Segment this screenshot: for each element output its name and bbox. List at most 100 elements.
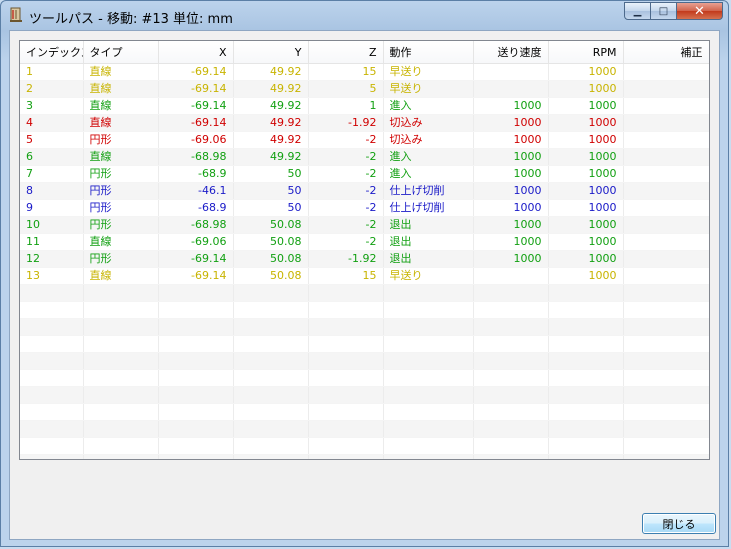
col-comp-cell	[623, 182, 709, 200]
col-comp-cell	[623, 97, 709, 115]
col-comp-header[interactable]: 補正	[623, 41, 709, 64]
col-y-cell: 50	[233, 199, 309, 217]
col-comp-cell	[623, 80, 709, 98]
col-action-cell: 仕上げ切削	[383, 199, 474, 217]
col-type-cell: 直線	[83, 267, 159, 285]
col-x-cell: -68.98	[158, 216, 234, 234]
col-index-cell: 3	[20, 97, 84, 115]
table-row[interactable]: 10 円形 -68.98 50.08 -2 退出 1000 1000	[20, 216, 709, 234]
minimize-button[interactable]: ▁	[624, 2, 651, 20]
col-type-cell: 直線	[83, 80, 159, 98]
col-rpm-cell: 1000	[548, 165, 624, 183]
table-row[interactable]: 1 直線 -69.14 49.92 15 早送り 1000	[20, 63, 709, 81]
table-row[interactable]: 13 直線 -69.14 50.08 15 早送り 1000	[20, 267, 709, 285]
col-rpm-cell: 1000	[548, 182, 624, 200]
col-z-cell: 1	[308, 97, 384, 115]
table-row[interactable]: 5 円形 -69.06 49.92 -2 切込み 1000 1000	[20, 131, 709, 149]
col-index-cell: 8	[20, 182, 84, 200]
col-z-cell: -2	[308, 216, 384, 234]
col-index-cell: 11	[20, 233, 84, 251]
table-body: 1 直線 -69.14 49.92 15 早送り 1000 2 直線 -69.14 49.92 5 早送…	[20, 63, 709, 459]
close-window-button[interactable]: ✕	[677, 2, 723, 20]
col-rpm-cell: 1000	[548, 216, 624, 234]
col-feed-cell: 1000	[473, 131, 549, 149]
col-x-cell: -69.06	[158, 131, 234, 149]
table-row[interactable]: 8 円形 -46.1 50 -2 仕上げ切削 1000 1000	[20, 182, 709, 200]
col-y-cell: 49.92	[233, 97, 309, 115]
col-rpm-cell: 1000	[548, 148, 624, 166]
col-comp-cell	[623, 233, 709, 251]
col-x-cell: -69.14	[158, 114, 234, 132]
col-x-cell: -68.9	[158, 199, 234, 217]
col-x-cell: -69.14	[158, 267, 234, 285]
col-index-header[interactable]: インデックス	[20, 41, 84, 64]
col-rpm-header[interactable]: RPM	[548, 41, 624, 64]
col-action-cell: 早送り	[383, 80, 474, 98]
col-type-cell: 直線	[83, 114, 159, 132]
table-row[interactable]: 7 円形 -68.9 50 -2 進入 1000 1000	[20, 165, 709, 183]
col-comp-cell	[623, 165, 709, 183]
col-index-cell: 7	[20, 165, 84, 183]
col-rpm-cell: 1000	[548, 80, 624, 98]
col-rpm-cell: 1000	[548, 233, 624, 251]
table-row[interactable]: 2 直線 -69.14 49.92 5 早送り 1000	[20, 80, 709, 98]
col-y-header[interactable]: Y	[233, 41, 309, 64]
close-button[interactable]: 閉じる	[642, 513, 716, 534]
col-x-cell: -69.14	[158, 80, 234, 98]
table-row[interactable]: 3 直線 -69.14 49.92 1 進入 1000 1000	[20, 97, 709, 115]
table-row[interactable]: 11 直線 -69.06 50.08 -2 退出 1000 1000	[20, 233, 709, 251]
col-y-cell: 50.08	[233, 250, 309, 268]
maximize-button[interactable]: □	[651, 2, 677, 20]
col-x-cell: -68.98	[158, 148, 234, 166]
col-type-cell: 直線	[83, 233, 159, 251]
col-z-cell: -2	[308, 165, 384, 183]
empty-row	[20, 352, 709, 370]
col-index-cell: 6	[20, 148, 84, 166]
col-rpm-cell: 1000	[548, 250, 624, 268]
col-type-header[interactable]: タイプ	[83, 41, 159, 64]
col-feed-cell: 1000	[473, 97, 549, 115]
col-action-cell: 進入	[383, 165, 474, 183]
toolpath-table: インデックスタイプXYZ動作送り速度RPM補正 1直線-69.1449.9215…	[20, 41, 709, 459]
col-comp-cell	[623, 216, 709, 234]
col-index-cell: 1	[20, 63, 84, 81]
empty-row	[20, 369, 709, 387]
empty-row	[20, 420, 709, 438]
col-action-cell: 退出	[383, 216, 474, 234]
col-rpm-cell: 1000	[548, 199, 624, 217]
col-y-cell: 49.92	[233, 131, 309, 149]
table-row[interactable]: 6 直線 -68.98 49.92 -2 進入 1000 1000	[20, 148, 709, 166]
table-row[interactable]: 9 円形 -68.9 50 -2 仕上げ切削 1000 1000	[20, 199, 709, 217]
col-z-cell: -2	[308, 182, 384, 200]
dialog-client-area: インデックスタイプXYZ動作送り速度RPM補正 1直線-69.1449.9215…	[9, 30, 720, 540]
col-action-cell: 切込み	[383, 114, 474, 132]
table-row[interactable]: 12 円形 -69.14 50.08 -1.92 退出 1000 1000	[20, 250, 709, 268]
col-type-cell: 直線	[83, 97, 159, 115]
col-type-cell: 円形	[83, 131, 159, 149]
col-action-cell: 進入	[383, 148, 474, 166]
col-y-cell: 49.92	[233, 80, 309, 98]
empty-row	[20, 335, 709, 353]
col-y-cell: 50.08	[233, 267, 309, 285]
col-comp-cell	[623, 131, 709, 149]
title-bar[interactable]: ツールパス - 移動: #13 単位: mm ▁ □ ✕	[1, 1, 728, 31]
col-action-cell: 早送り	[383, 63, 474, 81]
toolpath-list[interactable]: インデックスタイプXYZ動作送り速度RPM補正 1直線-69.1449.9215…	[19, 40, 710, 460]
col-z-cell: -2	[308, 131, 384, 149]
col-type-cell: 円形	[83, 216, 159, 234]
col-feed-header[interactable]: 送り速度	[473, 41, 549, 64]
table-row[interactable]: 4 直線 -69.14 49.92 -1.92 切込み 1000 1000	[20, 114, 709, 132]
col-z-cell: -2	[308, 233, 384, 251]
col-comp-cell	[623, 250, 709, 268]
col-y-cell: 49.92	[233, 114, 309, 132]
col-type-cell: 円形	[83, 165, 159, 183]
col-type-cell: 円形	[83, 199, 159, 217]
col-comp-cell	[623, 148, 709, 166]
col-y-cell: 50.08	[233, 216, 309, 234]
col-action-header[interactable]: 動作	[383, 41, 474, 64]
col-x-header[interactable]: X	[158, 41, 234, 64]
col-z-header[interactable]: Z	[308, 41, 384, 64]
col-action-cell: 早送り	[383, 267, 474, 285]
col-feed-cell: 1000	[473, 114, 549, 132]
col-rpm-cell: 1000	[548, 267, 624, 285]
